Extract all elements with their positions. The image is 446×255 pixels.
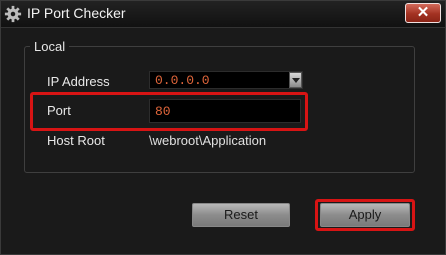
close-button[interactable]: ✕ <box>405 3 441 23</box>
apply-highlight-box <box>315 199 415 231</box>
title-bar[interactable]: IP Port Checker ✕ <box>1 1 445 28</box>
window-title: IP Port Checker <box>27 5 126 21</box>
chevron-down-icon[interactable] <box>289 72 302 88</box>
ip-address-label: IP Address <box>47 74 110 89</box>
host-root-label: Host Root <box>47 133 105 148</box>
ip-port-checker-window: IP Port Checker ✕ Local IP Address 0.0.0… <box>0 0 446 255</box>
port-highlight-box <box>30 92 308 131</box>
gear-icon <box>4 5 22 23</box>
host-root-value: \webroot\Application <box>149 133 267 148</box>
ip-address-select[interactable]: 0.0.0.0 <box>149 71 303 89</box>
local-group-legend: Local <box>30 39 70 54</box>
reset-button[interactable]: Reset <box>192 203 290 227</box>
ip-address-value: 0.0.0.0 <box>155 73 210 88</box>
